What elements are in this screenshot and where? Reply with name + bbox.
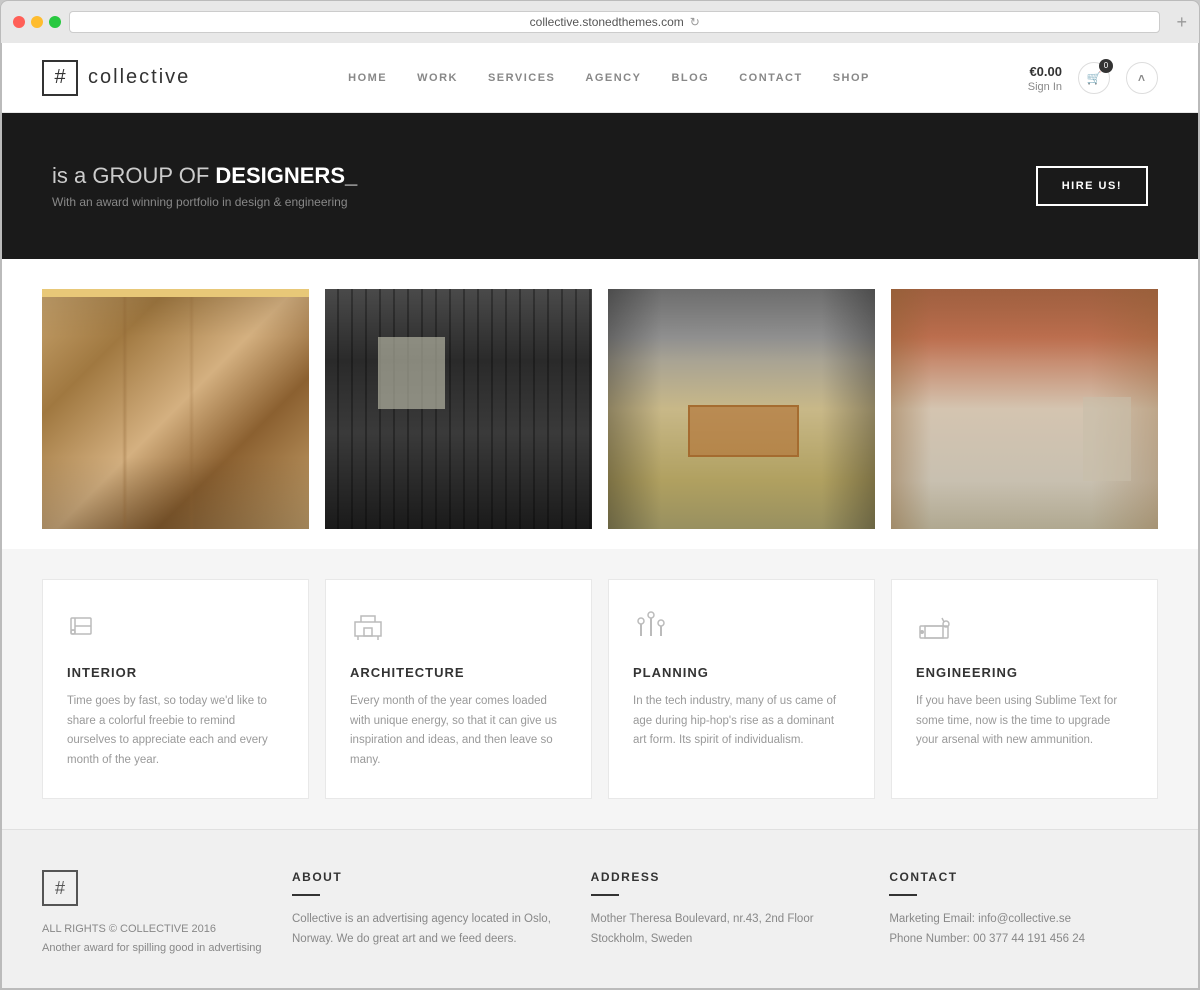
architecture-desc: Every month of the year comes loaded wit… (350, 692, 567, 770)
footer-address-text: Mother Theresa Boulevard, nr.43, 2nd Flo… (591, 910, 860, 949)
footer-contact-phone: Phone Number: 00 377 44 191 456 24 (889, 930, 1158, 950)
main-navigation: HOME WORK SERVICES AGENCY BLOG CONTACT S… (348, 72, 870, 84)
engineering-icon (916, 608, 1133, 651)
footer-about-text: Collective is an advertising agency loca… (292, 910, 561, 949)
cart-badge: 0 (1099, 59, 1113, 73)
footer-about-divider (292, 894, 320, 896)
footer-address-section: ADDRESS Mother Theresa Boulevard, nr.43,… (591, 870, 860, 957)
nav-item-agency[interactable]: AGENCY (585, 72, 641, 84)
logo-link[interactable]: # collective (42, 60, 190, 96)
nav-item-contact[interactable]: CONTACT (739, 72, 802, 84)
image-grid (2, 259, 1198, 549)
footer-about-title: ABOUT (292, 870, 561, 884)
sign-in-link[interactable]: Sign In (1028, 81, 1062, 93)
address-bar[interactable]: collective.stonedthemes.com ↻ (69, 11, 1160, 33)
hero-subheadline: With an award winning portfolio in desig… (52, 195, 357, 209)
maximize-button[interactable] (49, 16, 61, 28)
url-text: collective.stonedthemes.com (530, 15, 684, 29)
hire-us-button[interactable]: HIRE US! (1036, 166, 1148, 206)
interior-title: INTERIOR (67, 665, 284, 680)
site-footer: # ALL RIGHTS © COLLECTIVE 2016 Another a… (2, 829, 1198, 987)
cart-button[interactable]: 🛒 0 (1078, 62, 1110, 94)
service-card-architecture: ARCHITECTURE Every month of the year com… (325, 579, 592, 799)
interior-icon (67, 608, 284, 651)
service-card-planning: PLANNING In the tech industry, many of u… (608, 579, 875, 799)
image-planning[interactable] (608, 289, 875, 529)
engineering-desc: If you have been using Sublime Text for … (916, 692, 1133, 751)
cart-price: €0.00 (1029, 64, 1062, 79)
architecture-title: ARCHITECTURE (350, 665, 567, 680)
service-card-interior: INTERIOR Time goes by fast, so today we'… (42, 579, 309, 799)
hero-headline: is a GROUP OF DESIGNERS_ (52, 163, 357, 189)
services-section: INTERIOR Time goes by fast, so today we'… (2, 549, 1198, 829)
share-icon-glyph: < (1135, 74, 1149, 81)
header-right: €0.00 Sign In 🛒 0 < (1028, 62, 1158, 94)
footer-logo-icon: # (42, 870, 78, 906)
footer-address-title: ADDRESS (591, 870, 860, 884)
price-signin: €0.00 Sign In (1028, 63, 1062, 93)
interior-desc: Time goes by fast, so today we'd like to… (67, 692, 284, 770)
footer-contact-email: Marketing Email: info@collective.se (889, 910, 1158, 930)
service-card-engineering: ENGINEERING If you have been using Subli… (891, 579, 1158, 799)
nav-item-blog[interactable]: BLOG (671, 72, 709, 84)
hero-text: is a GROUP OF DESIGNERS_ With an award w… (52, 163, 357, 209)
website-content: # collective HOME WORK SERVICES AGENCY B… (1, 43, 1199, 989)
footer-logo-section: # ALL RIGHTS © COLLECTIVE 2016 Another a… (42, 870, 262, 957)
nav-item-shop[interactable]: SHOP (833, 72, 870, 84)
architecture-icon (350, 608, 567, 651)
minimize-button[interactable] (31, 16, 43, 28)
window-controls (13, 16, 61, 28)
share-button[interactable]: < (1126, 62, 1158, 94)
image-interior[interactable] (42, 289, 309, 529)
hero-banner: is a GROUP OF DESIGNERS_ With an award w… (2, 113, 1198, 259)
logo-icon: # (42, 60, 78, 96)
footer-about-section: ABOUT Collective is an advertising agenc… (292, 870, 561, 957)
planning-desc: In the tech industry, many of us came of… (633, 692, 850, 751)
footer-contact-title: CONTACT (889, 870, 1158, 884)
footer-copyright: ALL RIGHTS © COLLECTIVE 2016 Another awa… (42, 920, 262, 957)
refresh-icon[interactable]: ↻ (690, 15, 700, 29)
nav-item-services[interactable]: SERVICES (488, 72, 555, 84)
planning-title: PLANNING (633, 665, 850, 680)
planning-icon (633, 608, 850, 651)
footer-contact-section: CONTACT Marketing Email: info@collective… (889, 870, 1158, 957)
nav-item-work[interactable]: WORK (417, 72, 458, 84)
engineering-title: ENGINEERING (916, 665, 1133, 680)
image-architecture[interactable] (325, 289, 592, 529)
nav-item-home[interactable]: HOME (348, 72, 387, 84)
footer-contact-divider (889, 894, 917, 896)
site-header: # collective HOME WORK SERVICES AGENCY B… (2, 43, 1198, 113)
logo-text: collective (88, 66, 190, 89)
new-tab-button[interactable]: + (1176, 12, 1187, 33)
image-engineering[interactable] (891, 289, 1158, 529)
footer-address-divider (591, 894, 619, 896)
close-button[interactable] (13, 16, 25, 28)
cart-icon-glyph: 🛒 (1087, 71, 1102, 85)
browser-window: collective.stonedthemes.com ↻ + # collec… (0, 0, 1200, 990)
